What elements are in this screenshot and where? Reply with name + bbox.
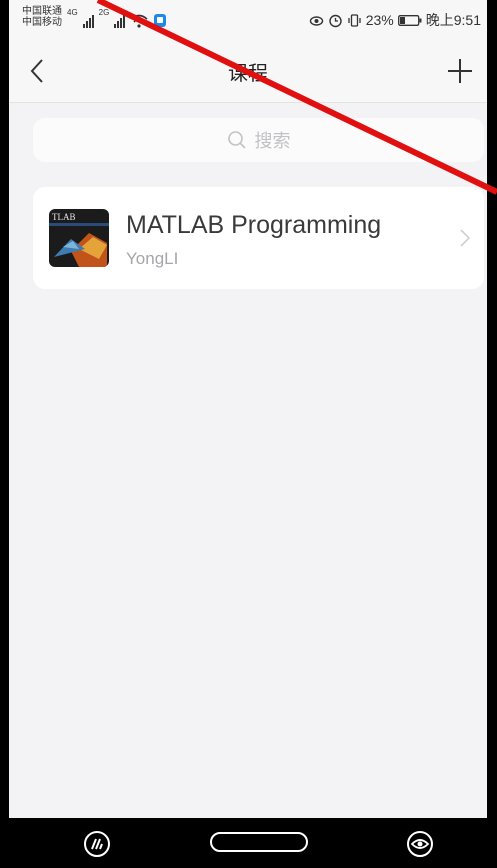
app-screen: 中国联通 中国移动 4G 2G 23% 晚上9:51 课程 搜索 TLAB MA… <box>9 0 487 818</box>
carrier-2: 中国移动 <box>22 17 62 28</box>
assistant-icon[interactable] <box>83 830 111 858</box>
bottom-nav-bar <box>0 818 497 868</box>
eye-circle-icon[interactable] <box>406 830 434 858</box>
signal-2-icon <box>114 14 126 28</box>
course-thumbnail: TLAB <box>49 209 109 267</box>
wifi-icon <box>130 14 148 28</box>
signal-area: 4G 2G <box>67 8 167 28</box>
signal-1-icon <box>82 14 94 28</box>
battery-icon <box>397 14 422 26</box>
nav-bar: 课程 <box>9 40 487 103</box>
page-title: 课程 <box>228 61 268 85</box>
thumb-text: TLAB <box>52 212 76 222</box>
shield-icon <box>154 14 167 27</box>
carrier-info: 中国联通 中国移动 <box>22 6 62 28</box>
status-right: 23% 晚上9:51 <box>309 10 481 30</box>
status-bar: 中国联通 中国移动 4G 2G 23% 晚上9:51 <box>9 0 487 40</box>
matlab-logo-icon: TLAB <box>49 209 109 267</box>
course-title: MATLAB Programming <box>126 211 382 239</box>
chevron-right-icon <box>460 229 471 247</box>
alarm-icon <box>329 14 342 27</box>
carrier-1: 中国联通 <box>22 6 62 17</box>
add-course-button[interactable] <box>445 56 475 86</box>
home-button[interactable] <box>210 832 308 852</box>
search-input[interactable]: 搜索 <box>33 118 484 162</box>
search-icon <box>227 131 246 149</box>
course-author: YongLI <box>126 249 179 268</box>
eye-icon <box>309 15 323 26</box>
network-2-label: 2G <box>98 8 110 17</box>
battery-percent: 23% <box>365 12 394 28</box>
network-1-label: 4G <box>67 8 78 17</box>
course-list-item[interactable]: TLAB MATLAB Programming YongLI <box>33 187 484 289</box>
vibrate-icon <box>348 13 361 27</box>
clock: 晚上9:51 <box>425 12 481 28</box>
phone-frame: 中国联通 中国移动 4G 2G 23% 晚上9:51 课程 搜索 TLAB MA… <box>0 0 497 868</box>
search-placeholder: 搜索 <box>254 131 291 152</box>
